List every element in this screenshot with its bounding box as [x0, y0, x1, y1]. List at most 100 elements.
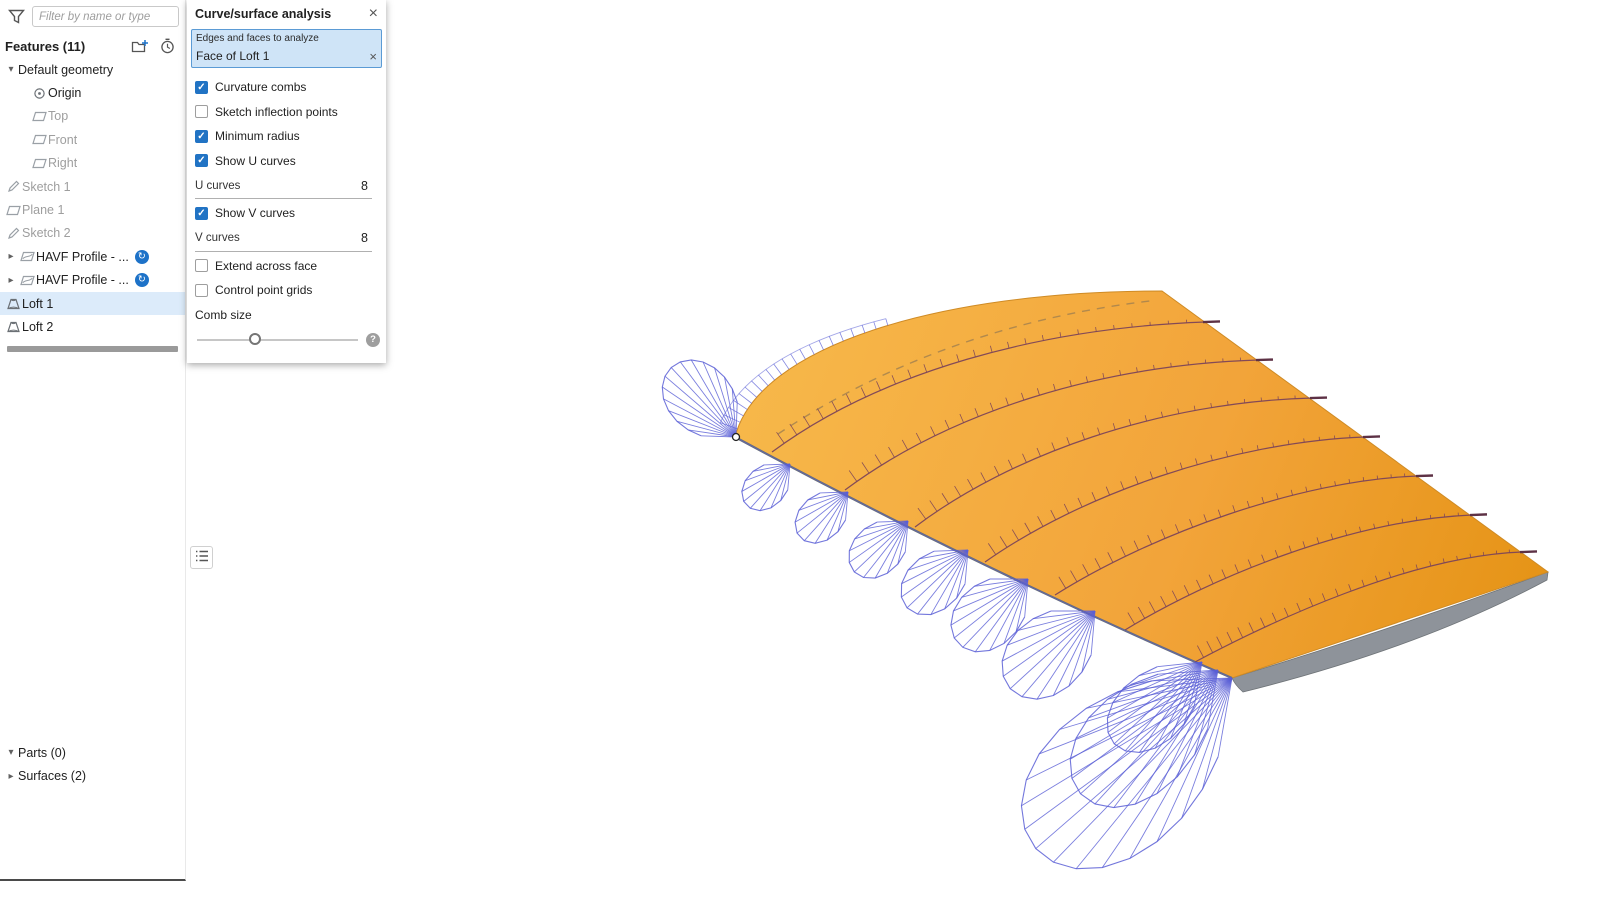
selection-box[interactable]: Edges and faces to analyze Face of Loft … — [191, 29, 382, 68]
checkbox-row-curvature-combs[interactable]: ✓ Curvature combs — [187, 75, 386, 100]
features-header-label: Features (11) — [5, 39, 85, 54]
checkbox-minimum-radius[interactable]: ✓ — [195, 130, 208, 143]
checkbox-row-sketch-inflection-points[interactable]: Sketch inflection points — [187, 100, 386, 125]
checkbox-row-minimum-radius[interactable]: ✓ Minimum radius — [187, 124, 386, 149]
clear-selection-icon[interactable]: × — [369, 50, 377, 63]
section-label-comb-size: Comb size — [187, 303, 386, 327]
checkbox-show-u-curves[interactable]: ✓ — [195, 154, 208, 167]
checkbox-curvature-combs[interactable]: ✓ — [195, 81, 208, 94]
feature-tree-item-5-sketch-1[interactable]: Sketch 1 — [0, 175, 185, 198]
linked-doc-icon[interactable]: ↻ — [135, 250, 149, 264]
feature-tree-item-6-plane-1[interactable]: Plane 1 — [0, 198, 185, 221]
comb-size-slider[interactable]: ? — [197, 329, 358, 351]
plane-icon — [30, 111, 48, 122]
parts-section-header[interactable]: ▾ Parts (0) — [0, 741, 185, 764]
checkbox-extend-across-face[interactable] — [195, 259, 208, 272]
selection-value: Face of Loft 1 — [196, 49, 269, 63]
rollback-bar[interactable] — [7, 346, 178, 352]
feature-tree-item-4-right[interactable]: Right — [0, 152, 185, 175]
chevron-right-icon[interactable]: ▸ — [4, 275, 18, 286]
feature-tree-item-8-havf-profile[interactable]: ▸ HAVF Profile - ... ↻ — [0, 245, 185, 268]
number-field-value[interactable]: 8 — [361, 179, 372, 193]
filter-bar — [0, 0, 185, 31]
feature-label: Plane 1 — [22, 203, 64, 217]
plane-icon — [30, 134, 48, 145]
slider-handle[interactable] — [249, 333, 261, 345]
surfaces-section-header[interactable]: ▸ Surfaces (2) — [0, 764, 185, 787]
number-field-label: V curves — [195, 232, 240, 244]
feature-tree-item-3-front[interactable]: Front — [0, 128, 185, 151]
selection-box-label: Edges and faces to analyze — [196, 33, 377, 44]
loft-icon — [4, 298, 22, 310]
tree-list-icon — [195, 550, 209, 565]
dialog-title: Curve/surface analysis — [195, 7, 331, 21]
checkbox-row-extend-across-face[interactable]: Extend across face — [187, 254, 386, 279]
feature-tree: ▾Default geometry Origin Top Front Right Sket… — [0, 58, 185, 339]
number-field-u-curves[interactable]: U curves 8 — [195, 173, 372, 199]
feature-label: Sketch 1 — [22, 180, 71, 194]
feature-label: HAVF Profile - ... — [36, 273, 129, 287]
checkbox-label: Extend across face — [215, 259, 317, 273]
tree-toggle-button[interactable] — [190, 546, 213, 569]
checkbox-row-show-u-curves[interactable]: ✓ Show U curves — [187, 149, 386, 174]
checkbox-label: Curvature combs — [215, 80, 306, 94]
chevron-right-icon[interactable]: ▸ — [4, 251, 18, 262]
feature-label: HAVF Profile - ... — [36, 250, 129, 264]
checkbox-control-point-grids[interactable] — [195, 284, 208, 297]
features-header-row: Features (11) — [0, 31, 185, 58]
feature-tree-item-0-default-geometry[interactable]: ▾Default geometry — [0, 58, 185, 81]
feature-tree-item-1-origin[interactable]: Origin — [0, 81, 185, 104]
checkbox-show-v-curves[interactable]: ✓ — [195, 207, 208, 220]
filter-funnel-icon[interactable] — [8, 9, 25, 24]
loft-icon — [4, 321, 22, 333]
help-icon[interactable]: ? — [366, 333, 380, 347]
number-field-value[interactable]: 8 — [361, 231, 372, 245]
feature-label: Default geometry — [18, 63, 113, 77]
close-icon[interactable]: × — [369, 6, 378, 22]
feature-label: Top — [48, 109, 68, 123]
feature-tree-item-7-sketch-2[interactable]: Sketch 2 — [0, 222, 185, 245]
checkbox-row-control-point-grids[interactable]: Control point grids — [187, 278, 386, 303]
feature-tree-item-9-havf-profile[interactable]: ▸ HAVF Profile - ... ↻ — [0, 269, 185, 292]
checkbox-sketch-inflection-points[interactable] — [195, 105, 208, 118]
surfaces-header-label: Surfaces (2) — [18, 769, 86, 783]
checkbox-label: Sketch inflection points — [215, 105, 338, 119]
curve-surface-analysis-dialog: Curve/surface analysis × Edges and faces… — [187, 0, 386, 363]
feature-label: Sketch 2 — [22, 226, 71, 240]
chevron-down-icon[interactable]: ▾ — [4, 747, 18, 758]
section-label-text: Comb size — [195, 308, 252, 322]
checkbox-label: Show U curves — [215, 154, 296, 168]
add-folder-icon[interactable] — [131, 39, 149, 54]
surface-icon — [18, 275, 36, 286]
chevron-down-icon[interactable]: ▾ — [4, 64, 18, 75]
checkbox-label: Control point grids — [215, 283, 312, 297]
checkbox-label: Minimum radius — [215, 129, 300, 143]
checkbox-row-show-v-curves[interactable]: ✓ Show V curves — [187, 201, 386, 226]
origin-icon — [30, 87, 48, 100]
number-field-label: U curves — [195, 180, 240, 192]
feature-tree-item-11-loft-2[interactable]: Loft 2 — [0, 315, 185, 338]
surface-icon — [18, 251, 36, 262]
lists-section: ▾ Parts (0) ▸ Surfaces (2) — [0, 741, 185, 788]
number-field-v-curves[interactable]: V curves 8 — [195, 226, 372, 252]
filter-input[interactable] — [32, 6, 179, 27]
dialog-body: ✓ Curvature combs Sketch inflection points… — [187, 75, 386, 351]
feature-tree-item-2-top[interactable]: Top — [0, 105, 185, 128]
sketch-icon — [4, 180, 22, 193]
plane-icon — [4, 205, 22, 216]
feature-label: Front — [48, 133, 77, 147]
feature-tree-item-10-loft-1[interactable]: Loft 1 — [0, 292, 185, 315]
checkbox-label: Show V curves — [215, 206, 295, 220]
feature-label: Right — [48, 156, 77, 170]
sketch-icon — [4, 227, 22, 240]
linked-doc-icon[interactable]: ↻ — [135, 273, 149, 287]
feature-label: Origin — [48, 86, 81, 100]
history-icon[interactable] — [160, 38, 175, 54]
chevron-right-icon[interactable]: ▸ — [4, 771, 18, 782]
parts-header-label: Parts (0) — [18, 746, 66, 760]
plane-icon — [30, 158, 48, 169]
feature-label: Loft 2 — [22, 320, 53, 334]
feature-tree-panel: Features (11) ▾Default geometryOriginTop… — [0, 0, 186, 881]
feature-label: Loft 1 — [22, 297, 53, 311]
slider-track — [197, 339, 358, 341]
